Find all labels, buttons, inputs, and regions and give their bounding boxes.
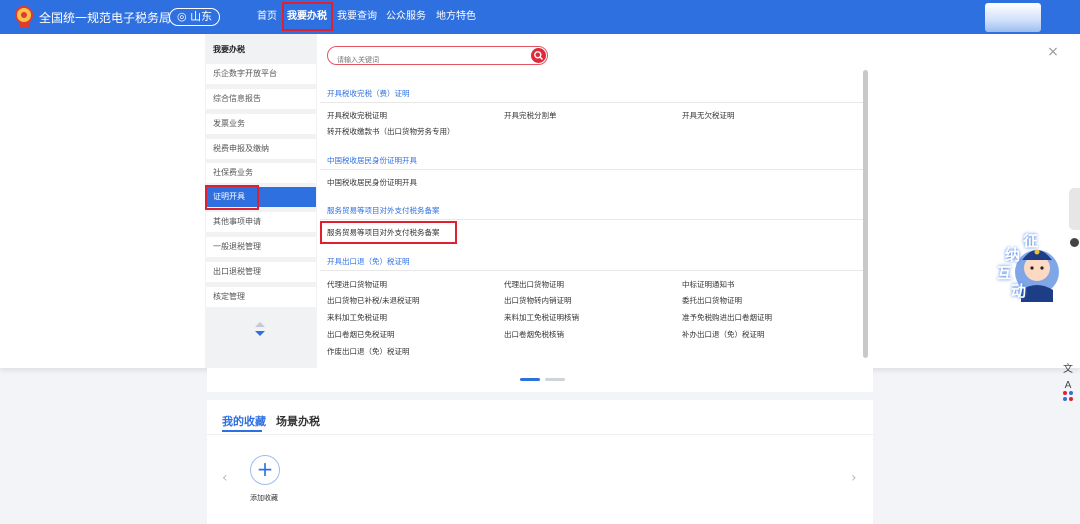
tax-interaction-widget[interactable]: 征 纳 互 动 — [985, 228, 1061, 302]
close-icon[interactable]: × — [1046, 45, 1060, 59]
menu-link[interactable]: 中标证明通知书 — [682, 279, 735, 290]
top-navigation-bar: 全国统一规范电子税务局 ◎ 山东 首页 我要办税 我要查询 公众服务 地方特色 — [0, 0, 1080, 34]
menu-link[interactable]: 出口卷烟免税核销 — [504, 329, 564, 340]
search-icon — [534, 51, 543, 60]
search-input[interactable] — [328, 51, 518, 69]
highlight-box-sidebar — [205, 185, 259, 210]
sidebar-item-verification[interactable]: 核定管理 — [206, 287, 316, 307]
section-divider — [320, 102, 864, 103]
menu-link[interactable]: 开具完税分割单 — [504, 110, 557, 121]
mascot-char-3: 互 — [997, 264, 1013, 282]
menu-link[interactable]: 开具无欠税证明 — [682, 110, 735, 121]
location-pin-icon: ◎ — [177, 10, 187, 23]
menu-link[interactable]: 中国税收居民身份证明开具 — [327, 177, 417, 188]
region-selector[interactable]: ◎ 山东 — [169, 8, 221, 26]
search-box — [327, 46, 548, 69]
user-avatar-area[interactable] — [985, 3, 1041, 32]
site-brand-title[interactable]: 全国统一规范电子税务局 — [39, 9, 171, 26]
chevron-left-icon[interactable]: ‹ — [222, 470, 228, 486]
menu-link[interactable]: 准予免税购进出口卷烟证明 — [682, 312, 772, 323]
sidebar-item-lejie[interactable]: 乐企数字开放平台 — [206, 64, 316, 84]
accessibility-icon[interactable]: 文A — [1060, 362, 1076, 391]
menu-link[interactable]: 来料加工免税证明核销 — [504, 312, 579, 323]
side-drawer-handle[interactable] — [1069, 188, 1080, 230]
carousel-dot-active[interactable] — [520, 378, 540, 381]
region-label: 山东 — [190, 10, 213, 23]
tab-divider — [207, 434, 873, 435]
mascot-char-4: 动 — [1011, 282, 1027, 300]
menu-link[interactable]: 出口卷烟已免税证明 — [327, 329, 395, 340]
grid-app-icon[interactable] — [1060, 388, 1076, 404]
nav-public-service[interactable]: 公众服务 — [386, 0, 426, 34]
highlight-box-nav — [282, 2, 333, 31]
section-title-residency-cert: 中国税收居民身份证明开具 — [327, 156, 417, 165]
sidebar-item-export-refund[interactable]: 出口退税管理 — [206, 262, 316, 282]
section-divider — [320, 270, 864, 271]
section-title-tax-payment-cert: 开具税收完税（费）证明 — [327, 89, 410, 98]
menu-link[interactable]: 出口货物已补税/未退税证明 — [327, 295, 420, 306]
menu-link[interactable]: 转开税收缴款书（出口货物劳务专用） — [327, 126, 455, 137]
sidebar-title: 我要办税 — [213, 45, 245, 54]
menu-link[interactable]: 代理出口货物证明 — [504, 279, 564, 290]
sidebar-item-invoice[interactable]: 发票业务 — [206, 114, 316, 134]
menu-link[interactable]: 作废出口退（免）税证明 — [327, 346, 410, 357]
menu-link[interactable]: 委托出口货物证明 — [682, 295, 742, 306]
sidebar-item-declaration[interactable]: 税费申报及缴纳 — [206, 139, 316, 159]
nav-local-features[interactable]: 地方特色 — [436, 0, 476, 34]
carousel-card — [207, 368, 873, 392]
menu-scrollbar[interactable] — [863, 70, 868, 358]
section-divider — [320, 219, 864, 220]
tab-my-favorites[interactable]: 我的收藏 — [222, 413, 266, 429]
sidebar-item-social-security[interactable]: 社保费业务 — [206, 163, 316, 183]
plus-icon[interactable]: + — [250, 455, 280, 485]
section-title-service-trade-filing: 服务贸易等项目对外支付税务备案 — [327, 206, 440, 215]
add-favorite-label[interactable]: 添加收藏 — [250, 493, 278, 503]
section-title-export-refund-cert: 开具出口退（免）税证明 — [327, 257, 410, 266]
national-emblem-icon — [15, 6, 33, 27]
collapse-dot[interactable] — [1070, 238, 1079, 247]
chevron-right-icon[interactable]: › — [851, 470, 857, 486]
menu-link[interactable]: 补办出口退（免）税证明 — [682, 329, 765, 340]
nav-home[interactable]: 首页 — [257, 0, 277, 34]
nav-query[interactable]: 我要查询 — [337, 0, 377, 34]
menu-link[interactable]: 出口货物转内销证明 — [504, 295, 572, 306]
sidebar-item-info-report[interactable]: 综合信息报告 — [206, 89, 316, 109]
sort-arrows-icon[interactable] — [252, 320, 268, 338]
active-tab-underline — [222, 430, 262, 432]
section-divider — [320, 169, 864, 170]
menu-link[interactable]: 代理进口货物证明 — [327, 279, 387, 290]
sidebar-item-other-apply[interactable]: 其他事项申请 — [206, 212, 316, 232]
mascot-char-1: 征 — [1023, 232, 1039, 250]
highlight-box-item — [320, 221, 457, 244]
search-button[interactable] — [531, 48, 546, 63]
menu-link[interactable]: 来料加工免税证明 — [327, 312, 387, 323]
menu-link[interactable]: 开具税收完税证明 — [327, 110, 387, 121]
tab-scenario-tax[interactable]: 场景办税 — [276, 413, 320, 429]
sidebar-item-general-refund[interactable]: 一般退税管理 — [206, 237, 316, 257]
carousel-dot[interactable] — [545, 378, 565, 381]
